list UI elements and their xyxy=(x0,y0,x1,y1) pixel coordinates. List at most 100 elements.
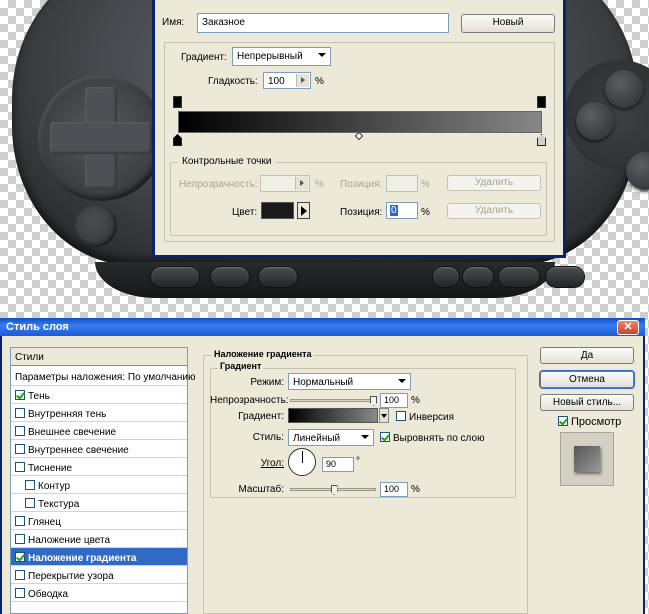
cancel-button[interactable]: Отмена xyxy=(539,370,635,389)
opacity-slider[interactable] xyxy=(290,396,377,406)
checkbox-icon[interactable] xyxy=(15,552,25,562)
color-menu-arrow-icon[interactable] xyxy=(297,202,310,219)
style-item-label: Текстура xyxy=(38,499,80,510)
style-label: Стиль: xyxy=(252,432,284,443)
style-item[interactable]: Перекрытие узора xyxy=(11,566,187,584)
style-item[interactable]: Тиснение xyxy=(11,458,187,476)
align-with-layer-checkbox[interactable]: Выровнять по слою xyxy=(380,432,485,444)
face-button-icon xyxy=(605,70,643,108)
gradient-bar[interactable] xyxy=(178,111,542,133)
gradient-type-select[interactable]: Непрерывный xyxy=(232,47,331,66)
stepper-arrow-icon xyxy=(295,177,308,190)
style-item[interactable]: Наложение градиента xyxy=(11,548,187,566)
style-item-label: Наложение градиента xyxy=(28,553,137,564)
preview-checkbox[interactable]: Просмотр xyxy=(558,416,621,428)
styles-header[interactable]: Стили xyxy=(11,348,187,366)
opacity-position-unit: % xyxy=(421,179,430,190)
align-label: Выровнять по слою xyxy=(393,433,485,444)
stepper-arrow-icon[interactable] xyxy=(296,74,309,87)
style-item-label: Внешнее свечение xyxy=(28,427,117,438)
style-item-label: Внутреннее свечение xyxy=(28,445,129,456)
blend-mode-select[interactable]: Нормальный xyxy=(288,373,411,390)
name-input[interactable]: Заказное xyxy=(197,13,449,33)
blend-mode-value: Нормальный xyxy=(293,377,354,388)
gradient-picker-arrow-icon[interactable] xyxy=(379,408,389,423)
style-item[interactable]: Тень xyxy=(11,386,187,404)
chevron-down-icon xyxy=(361,435,369,439)
styles-list: Стили Параметры наложения: По умолчанию … xyxy=(10,347,196,614)
stop-opacity-label: Непрозрачность: xyxy=(179,179,258,190)
new-style-button[interactable]: Новый стиль... xyxy=(540,394,634,411)
checkbox-icon xyxy=(396,411,406,421)
angle-input[interactable]: 90 xyxy=(322,457,354,472)
angle-label-text: Угол: xyxy=(260,458,284,469)
stop-opacity-input[interactable] xyxy=(260,175,310,192)
invert-label: Инверсия xyxy=(409,412,455,423)
scale-slider[interactable] xyxy=(290,485,376,495)
chevron-down-icon xyxy=(318,53,326,57)
style-item[interactable]: Глянец xyxy=(11,512,187,530)
scale-label: Масштаб: xyxy=(238,484,284,495)
checkbox-icon[interactable] xyxy=(25,480,35,490)
close-icon[interactable]: ✕ xyxy=(617,320,639,335)
gradient-label: Градиент: xyxy=(238,411,284,422)
delete-color-stop-button[interactable]: Удалить xyxy=(447,203,541,219)
style-item-label: Перекрытие узора xyxy=(28,571,114,582)
control-points-frame xyxy=(170,162,547,236)
psp-button-icon xyxy=(150,266,200,288)
style-item-label: Тиснение xyxy=(28,463,73,474)
blending-options-item[interactable]: Параметры наложения: По умолчанию xyxy=(11,368,196,386)
checkbox-icon[interactable] xyxy=(15,588,25,598)
style-item-label: Внутренняя тень xyxy=(28,409,107,420)
style-preview-thumbnail xyxy=(574,446,600,472)
gradient-style-select[interactable]: Линейный xyxy=(288,429,374,446)
new-gradient-button[interactable]: Новый xyxy=(461,14,555,33)
gradient-style-value: Линейный xyxy=(293,433,341,444)
psp-button-icon xyxy=(462,266,494,288)
stop-color-swatch[interactable] xyxy=(261,202,294,219)
section-title: Наложение градиента xyxy=(212,349,314,359)
checkbox-icon[interactable] xyxy=(15,408,25,418)
color-position-input[interactable]: 0 xyxy=(386,202,418,219)
checkbox-icon xyxy=(558,416,568,426)
checkbox-icon[interactable] xyxy=(15,534,25,544)
delete-opacity-stop-button[interactable]: Удалить xyxy=(447,175,541,191)
name-label: Имя: xyxy=(162,17,185,28)
style-item[interactable]: Обводка xyxy=(11,584,187,602)
control-points-title: Контрольные точки xyxy=(178,156,276,167)
invert-checkbox[interactable]: Инверсия xyxy=(396,411,454,423)
style-item[interactable]: Наложение цвета xyxy=(11,530,187,548)
style-item[interactable]: Текстура xyxy=(11,494,187,512)
title-bar[interactable] xyxy=(0,318,645,336)
checkbox-icon[interactable] xyxy=(15,462,25,472)
gradient-preview[interactable] xyxy=(288,408,378,423)
opacity-stop-left[interactable] xyxy=(173,96,182,108)
chevron-down-icon xyxy=(398,379,406,383)
checkbox-icon[interactable] xyxy=(15,444,25,454)
style-item[interactable]: Внешнее свечение xyxy=(11,422,187,440)
psp-button-icon xyxy=(498,266,540,288)
style-item-label: Контур xyxy=(38,481,71,492)
checkbox-icon[interactable] xyxy=(15,516,25,526)
checkbox-icon[interactable] xyxy=(15,390,25,400)
scale-input[interactable]: 100 xyxy=(380,482,408,497)
opacity-position-input[interactable] xyxy=(386,175,418,192)
style-item[interactable]: Внутреннее свечение xyxy=(11,440,187,458)
stop-opacity-unit: % xyxy=(315,179,324,190)
angle-dial-icon[interactable] xyxy=(288,448,316,476)
analog-stick-icon xyxy=(75,205,117,247)
ok-button[interactable]: Да xyxy=(540,347,634,364)
angle-unit: ° xyxy=(356,456,360,467)
opacity-input[interactable]: 100 xyxy=(380,393,408,408)
checkbox-icon[interactable] xyxy=(15,570,25,580)
checkbox-icon[interactable] xyxy=(15,426,25,436)
opacity-stop-right[interactable] xyxy=(537,96,546,108)
psp-button-icon xyxy=(258,266,298,288)
face-button-icon xyxy=(576,102,614,140)
style-item-label: Обводка xyxy=(28,589,69,600)
scale-unit: % xyxy=(411,484,420,495)
style-item[interactable]: Внутренняя тень xyxy=(11,404,187,422)
checkbox-icon[interactable] xyxy=(25,498,35,508)
smoothness-input[interactable]: 100 xyxy=(263,72,311,89)
style-item[interactable]: Контур xyxy=(11,476,187,494)
